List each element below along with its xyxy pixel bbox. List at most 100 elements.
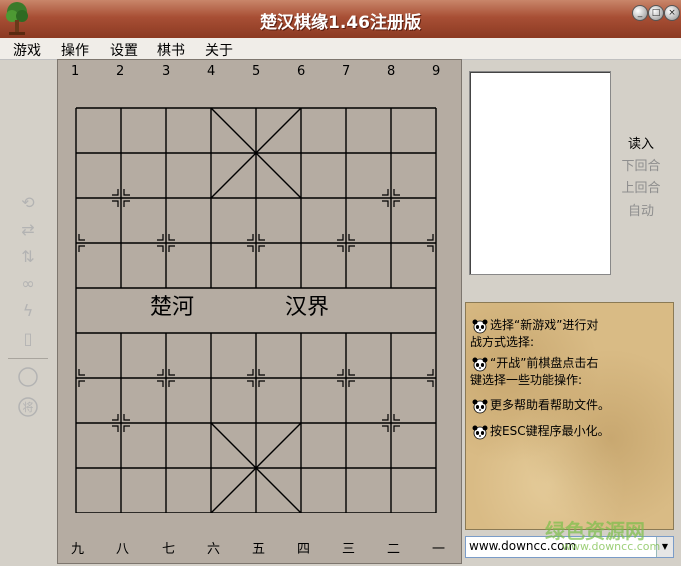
- position-marker: [382, 200, 389, 207]
- position-marker: [337, 234, 344, 241]
- top-coord-9: 9: [432, 64, 441, 79]
- tip-line: “开战”前棋盘点击右: [490, 356, 599, 370]
- menu-game[interactable]: 游戏: [13, 40, 41, 60]
- tip-item: 更多帮助看帮助文件。: [470, 397, 670, 414]
- maximize-icon[interactable]: □: [648, 5, 664, 21]
- position-marker: [348, 245, 355, 252]
- top-coord-4: 4: [207, 64, 216, 79]
- position-marker: [78, 369, 85, 376]
- menu-bar: 游戏 操作 设置 棋书 关于: [0, 38, 681, 60]
- general-piece-icon[interactable]: 将: [16, 396, 40, 418]
- bottom-coord-7: 三: [342, 542, 356, 557]
- position-marker: [393, 425, 400, 432]
- bottom-coord-4: 六: [207, 542, 221, 557]
- tip-line: 更多帮助看帮助文件。: [490, 398, 611, 412]
- next-move-button[interactable]: 下回合: [616, 155, 666, 174]
- minimize-icon[interactable]: _: [632, 5, 648, 21]
- top-coord-8: 8: [387, 64, 396, 79]
- position-marker: [112, 200, 119, 207]
- menu-about[interactable]: 关于: [205, 40, 233, 60]
- position-marker: [157, 245, 164, 252]
- tip-item: 选择“新游戏”进行对 战方式选择:: [470, 317, 670, 350]
- left-toolbar: ⟲ ⇄ ⇅ ∞ ϟ ▯ 将: [6, 60, 52, 530]
- position-marker: [123, 200, 130, 207]
- river-right-text: 汉界: [285, 295, 329, 320]
- position-marker: [78, 380, 85, 387]
- position-marker: [123, 414, 130, 421]
- position-marker: [337, 380, 344, 387]
- svg-text:将: 将: [23, 401, 34, 414]
- panda-icon: [470, 318, 490, 334]
- position-marker: [247, 380, 254, 387]
- right-panel: 读入 下回合 上回合 自动 选择“新游戏”进行对 战方式选择: “开战”前棋盘点…: [463, 59, 676, 562]
- help-box: 选择“新游戏”进行对 战方式选择: “开战”前棋盘点击右 键选择一些功能操作: …: [465, 302, 674, 530]
- swap-vertical-icon[interactable]: ⇅: [16, 246, 40, 268]
- tip-item: 按ESC键程序最小化。: [470, 423, 670, 440]
- position-marker: [168, 369, 175, 376]
- position-marker: [393, 200, 400, 207]
- position-marker: [258, 369, 265, 376]
- top-coord-3: 3: [162, 64, 171, 79]
- position-marker: [382, 425, 389, 432]
- top-coord-1: 1: [71, 64, 80, 79]
- window-title: 楚汉棋缘1.46注册版: [260, 13, 421, 33]
- position-marker: [78, 245, 85, 252]
- position-marker: [78, 234, 85, 241]
- position-marker: [382, 414, 389, 421]
- position-marker: [258, 234, 265, 241]
- bottom-coord-8: 二: [387, 542, 401, 557]
- door-icon[interactable]: ▯: [16, 328, 40, 350]
- auto-play-button[interactable]: 自动: [616, 200, 666, 219]
- tip-line: 选择“新游戏”进行对: [490, 318, 599, 332]
- load-button[interactable]: 读入: [616, 133, 666, 152]
- swap-horizontal-icon[interactable]: ⇄: [16, 219, 40, 241]
- position-marker: [123, 189, 130, 196]
- top-coord-7: 7: [342, 64, 351, 79]
- river-left-text: 楚河: [150, 295, 194, 320]
- position-marker: [427, 245, 434, 252]
- menu-settings[interactable]: 设置: [110, 40, 138, 60]
- lightning-icon[interactable]: ϟ: [16, 300, 40, 322]
- bottom-coord-1: 九: [71, 542, 85, 557]
- bottom-coord-3: 七: [162, 542, 176, 557]
- tip-line: 键选择一些功能操作:: [470, 372, 583, 387]
- bottom-coord-2: 八: [116, 542, 130, 557]
- top-coordinates: 1 2 3 4 5 6 7 8 9: [58, 64, 461, 84]
- bottom-coord-9: 一: [432, 542, 446, 557]
- position-marker: [337, 245, 344, 252]
- panda-icon: [470, 424, 490, 440]
- position-marker: [393, 414, 400, 421]
- panda-icon: [470, 398, 490, 414]
- position-marker: [123, 425, 130, 432]
- tip-line: 按ESC键程序最小化。: [490, 424, 610, 438]
- circle-icon[interactable]: [16, 366, 40, 388]
- position-marker: [112, 425, 119, 432]
- position-marker: [258, 380, 265, 387]
- position-marker: [382, 189, 389, 196]
- position-marker: [157, 369, 164, 376]
- position-marker: [112, 414, 119, 421]
- menu-operate[interactable]: 操作: [61, 40, 89, 60]
- position-marker: [247, 369, 254, 376]
- position-marker: [427, 380, 434, 387]
- position-marker: [337, 369, 344, 376]
- position-marker: [247, 245, 254, 252]
- position-marker: [427, 234, 434, 241]
- tip-item: “开战”前棋盘点击右 键选择一些功能操作:: [470, 355, 670, 388]
- position-marker: [427, 369, 434, 376]
- refresh-icon[interactable]: ⟲: [16, 192, 40, 214]
- toolbar-divider: [8, 358, 48, 359]
- position-marker: [157, 234, 164, 241]
- top-coord-5: 5: [252, 64, 261, 79]
- xiangqi-board[interactable]: 楚河 汉界: [75, 107, 437, 513]
- move-list[interactable]: [469, 71, 611, 275]
- close-icon[interactable]: ×: [664, 5, 680, 21]
- prev-move-button[interactable]: 上回合: [616, 177, 666, 196]
- menu-books[interactable]: 棋书: [157, 40, 185, 60]
- position-marker: [258, 245, 265, 252]
- position-marker: [348, 369, 355, 376]
- position-marker: [348, 380, 355, 387]
- bottom-coordinates: 九八七六五四三二一: [58, 538, 461, 558]
- link-icon[interactable]: ∞: [16, 273, 40, 295]
- title-bar: 楚汉棋缘1.46注册版 _ □ ×: [0, 0, 681, 38]
